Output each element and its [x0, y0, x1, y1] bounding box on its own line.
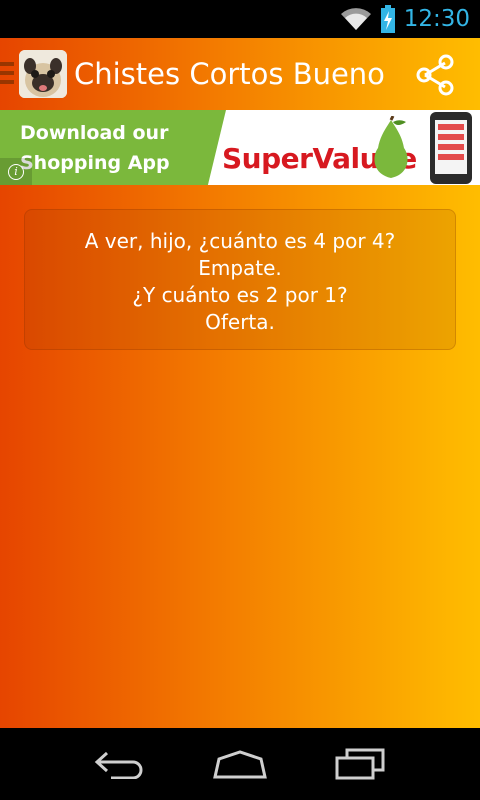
- share-button[interactable]: [412, 52, 458, 98]
- info-icon[interactable]: i: [0, 158, 32, 185]
- status-time: 12:30: [403, 6, 470, 32]
- status-icons: 12:30: [340, 4, 470, 34]
- joke-line: Empate.: [198, 256, 282, 280]
- back-icon: [94, 751, 143, 779]
- recent-apps-button[interactable]: [320, 742, 400, 786]
- pear-logo-icon: [374, 116, 408, 178]
- battery-charging-icon: [380, 5, 395, 33]
- joke-text: A ver, hijo, ¿cuánto es 4 por 4? Empate.…: [25, 228, 455, 336]
- home-button[interactable]: [200, 742, 280, 786]
- back-button[interactable]: [80, 742, 160, 786]
- joke-line: A ver, hijo, ¿cuánto es 4 por 4?: [84, 229, 396, 253]
- app-screen: Chistes Cortos Bueno Download our Shoppi…: [0, 38, 480, 728]
- drawer-indicator-icon[interactable]: [0, 62, 14, 86]
- recent-apps-icon: [335, 748, 385, 780]
- joke-line: ¿Y cuánto es 2 por 1?: [132, 283, 348, 307]
- home-icon: [213, 750, 267, 779]
- app-title: Chistes Cortos Bueno: [74, 57, 385, 91]
- joke-line: Oferta.: [205, 310, 275, 334]
- pug-icon: [19, 50, 67, 98]
- action-bar: Chistes Cortos Bueno: [0, 38, 480, 110]
- wifi-icon: [340, 8, 371, 30]
- nav-bar: [0, 728, 480, 800]
- app-icon[interactable]: [19, 50, 67, 98]
- ad-banner[interactable]: Download our Shopping App SuperValu.ie i: [0, 110, 480, 185]
- ad-phone-screen: [435, 120, 467, 174]
- ad-brand-name: SuperValu: [222, 142, 380, 175]
- ad-headline: Download our Shopping App: [20, 122, 170, 174]
- ad-phone-image: [430, 112, 472, 184]
- joke-card: A ver, hijo, ¿cuánto es 4 por 4? Empate.…: [24, 209, 456, 350]
- status-bar: 12:30: [0, 0, 480, 38]
- share-icon: [416, 54, 454, 96]
